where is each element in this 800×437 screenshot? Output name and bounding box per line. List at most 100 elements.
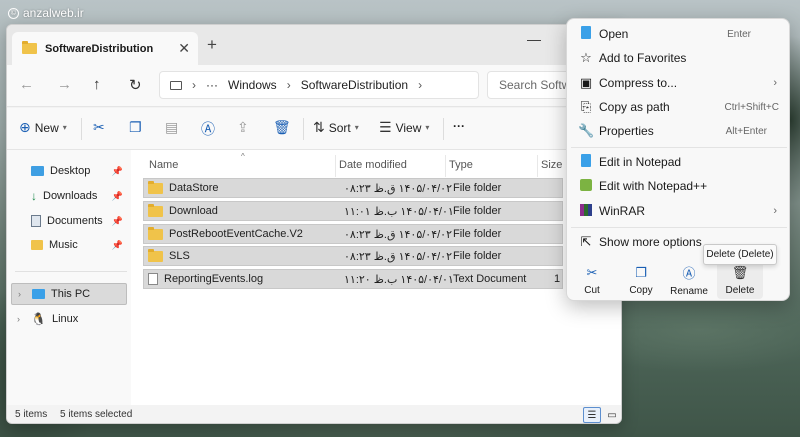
sort-button[interactable]: ⇅ Sort ▾ bbox=[313, 119, 359, 136]
computer-icon bbox=[32, 289, 45, 299]
tab-software-distribution[interactable]: SoftwareDistribution ✕ bbox=[12, 32, 198, 65]
delete-button[interactable]: 🗑 bbox=[273, 119, 291, 136]
menu-label: WinRAR bbox=[599, 204, 646, 218]
rename-action-button[interactable]: Ⓐ Rename bbox=[666, 261, 712, 299]
menu-item-compress[interactable]: ▣ Compress to... › bbox=[567, 71, 791, 95]
notepadpp-icon bbox=[578, 178, 594, 194]
cut-action-button[interactable]: ✂ Cut bbox=[569, 261, 615, 299]
status-bar: 5 items 5 items selected ☰ ▭ bbox=[7, 405, 621, 423]
sidebar-item-documents[interactable]: Documents 📌 bbox=[11, 210, 127, 232]
breadcrumb-software-distribution[interactable]: SoftwareDistribution bbox=[301, 78, 408, 92]
document-icon bbox=[31, 215, 41, 227]
back-button[interactable]: ← bbox=[19, 76, 34, 93]
menu-item-edit-notepad[interactable]: Edit in Notepad bbox=[567, 150, 791, 174]
toolbar-divider bbox=[443, 118, 444, 140]
file-name: DataStore bbox=[169, 182, 219, 194]
rename-button[interactable]: Ⓐ bbox=[201, 119, 215, 139]
copy-path-icon: ⎘ bbox=[580, 99, 592, 114]
cut-button[interactable]: ✂ bbox=[93, 119, 105, 136]
sidebar-item-this-pc[interactable]: › This PC bbox=[11, 283, 127, 305]
menu-shortcut: Alt+Enter bbox=[725, 125, 767, 137]
file-type: File folder bbox=[453, 182, 502, 194]
tiles-view-button[interactable]: ▭ bbox=[603, 407, 621, 423]
column-divider bbox=[537, 155, 538, 177]
sidebar-item-desktop[interactable]: Desktop 📌 bbox=[11, 160, 127, 182]
menu-item-open[interactable]: Open Enter bbox=[567, 22, 791, 46]
refresh-button[interactable]: ↻ bbox=[129, 76, 142, 94]
copy-icon: ❐ bbox=[635, 264, 647, 280]
address-bar[interactable]: › ··· Windows › SoftwareDistribution › bbox=[159, 71, 479, 99]
watermark: © anzalweb.ir bbox=[8, 6, 84, 20]
sidebar-item-music[interactable]: Music 📌 bbox=[11, 234, 127, 256]
column-header-size[interactable]: Size bbox=[541, 159, 562, 171]
view-button[interactable]: ☰ View ▾ bbox=[379, 119, 429, 136]
file-name: PostRebootEventCache.V2 bbox=[169, 228, 303, 240]
menu-label: Open bbox=[599, 27, 629, 41]
copy-action-button[interactable]: ❐ Copy bbox=[618, 261, 664, 299]
up-button[interactable]: ↑ bbox=[93, 76, 101, 93]
sidebar-item-label: Linux bbox=[51, 313, 79, 325]
sidebar-item-label: This PC bbox=[51, 288, 91, 300]
download-icon: ↓ bbox=[31, 189, 37, 203]
details-view-button[interactable]: ☰ bbox=[583, 407, 601, 423]
chevron-right-icon[interactable]: › bbox=[18, 289, 21, 299]
paste-button[interactable]: ▤ bbox=[165, 119, 178, 136]
menu-label: Show more options bbox=[599, 235, 702, 249]
copyright-icon: © bbox=[8, 7, 19, 19]
delete-tooltip: Delete (Delete) bbox=[703, 244, 777, 265]
plus-circle-icon: ⊕ bbox=[19, 119, 31, 135]
menu-divider bbox=[571, 227, 787, 228]
folder-icon bbox=[148, 203, 163, 217]
new-button[interactable]: ⊕ New ▾ bbox=[19, 119, 67, 136]
text-file-icon bbox=[148, 273, 158, 285]
chevron-right-icon: › bbox=[773, 205, 777, 217]
menu-item-copy-path[interactable]: ⎘ Copy as path Ctrl+Shift+C bbox=[567, 95, 791, 119]
close-tab-icon[interactable]: ✕ bbox=[178, 40, 190, 57]
breadcrumb-windows[interactable]: Windows bbox=[228, 78, 277, 92]
file-name-cell: Download bbox=[148, 203, 218, 217]
delete-action-button[interactable]: 🗑 Delete bbox=[717, 261, 763, 299]
file-name-cell: SLS bbox=[148, 248, 190, 262]
file-row-datastore[interactable]: DataStore ۱۴۰۵/۰۴/۰۲ ق.ظ ۰۸:۲۳ File fold… bbox=[143, 178, 563, 198]
new-tab-button[interactable]: + bbox=[207, 35, 217, 55]
column-header-date[interactable]: Date modified bbox=[339, 159, 407, 171]
copy-button[interactable]: ❐ bbox=[129, 119, 142, 136]
more-breadcrumbs-button[interactable]: ··· bbox=[206, 78, 218, 92]
minimize-button[interactable]: — bbox=[527, 31, 541, 47]
share-more-icon: ⇱ bbox=[580, 234, 592, 249]
sidebar-divider bbox=[15, 271, 127, 272]
file-row-sls[interactable]: SLS ۱۴۰۵/۰۴/۰۲ ق.ظ ۰۸:۲۳ File folder bbox=[143, 246, 563, 266]
action-label: Copy bbox=[629, 284, 653, 296]
menu-shortcut: Enter bbox=[727, 28, 751, 40]
see-more-button[interactable]: ··· bbox=[453, 119, 465, 133]
file-type: File folder bbox=[453, 228, 502, 240]
chevron-right-icon[interactable]: › bbox=[17, 314, 20, 324]
column-divider bbox=[335, 155, 336, 177]
menu-item-add-favorites[interactable]: ☆ Add to Favorites bbox=[567, 46, 791, 70]
share-button[interactable]: ⇪ bbox=[237, 119, 249, 136]
file-row-download[interactable]: Download ۱۴۰۵/۰۴/۰۱ ب.ظ ۱۱:۰۱ File folde… bbox=[143, 201, 563, 221]
folder-icon bbox=[148, 180, 163, 194]
folder-icon bbox=[22, 41, 37, 54]
file-row-reporting-events[interactable]: ReportingEvents.log ۱۴۰۵/۰۴/۰۱ ب.ظ ۱۱:۲۰… bbox=[143, 269, 563, 289]
column-header-name[interactable]: Name bbox=[149, 159, 178, 171]
sidebar-item-downloads[interactable]: ↓ Downloads 📌 bbox=[11, 185, 127, 207]
desktop-icon bbox=[31, 166, 44, 176]
watermark-text: anzalweb.ir bbox=[23, 6, 84, 20]
column-header-type[interactable]: Type bbox=[449, 159, 473, 171]
toolbar-divider bbox=[81, 118, 82, 140]
menu-item-edit-notepadpp[interactable]: Edit with Notepad++ bbox=[567, 174, 791, 198]
menu-item-properties[interactable]: 🔧 Properties Alt+Enter bbox=[567, 119, 791, 143]
sidebar-item-linux[interactable]: › 🐧 Linux bbox=[11, 308, 127, 330]
file-name-cell: PostRebootEventCache.V2 bbox=[148, 226, 303, 240]
forward-button[interactable]: → bbox=[57, 76, 72, 93]
menu-label: Copy as path bbox=[599, 100, 670, 114]
file-row-postreboot[interactable]: PostRebootEventCache.V2 ۱۴۰۵/۰۴/۰۲ ق.ظ ۰… bbox=[143, 224, 563, 244]
menu-item-winrar[interactable]: WinRAR › bbox=[567, 199, 791, 223]
chevron-right-icon: › bbox=[286, 78, 291, 92]
music-folder-icon bbox=[31, 240, 43, 250]
sidebar-item-label: Desktop bbox=[50, 165, 91, 177]
file-name: SLS bbox=[169, 250, 190, 262]
file-type: File folder bbox=[453, 250, 502, 262]
title-bar: SoftwareDistribution ✕ + — bbox=[7, 25, 621, 65]
